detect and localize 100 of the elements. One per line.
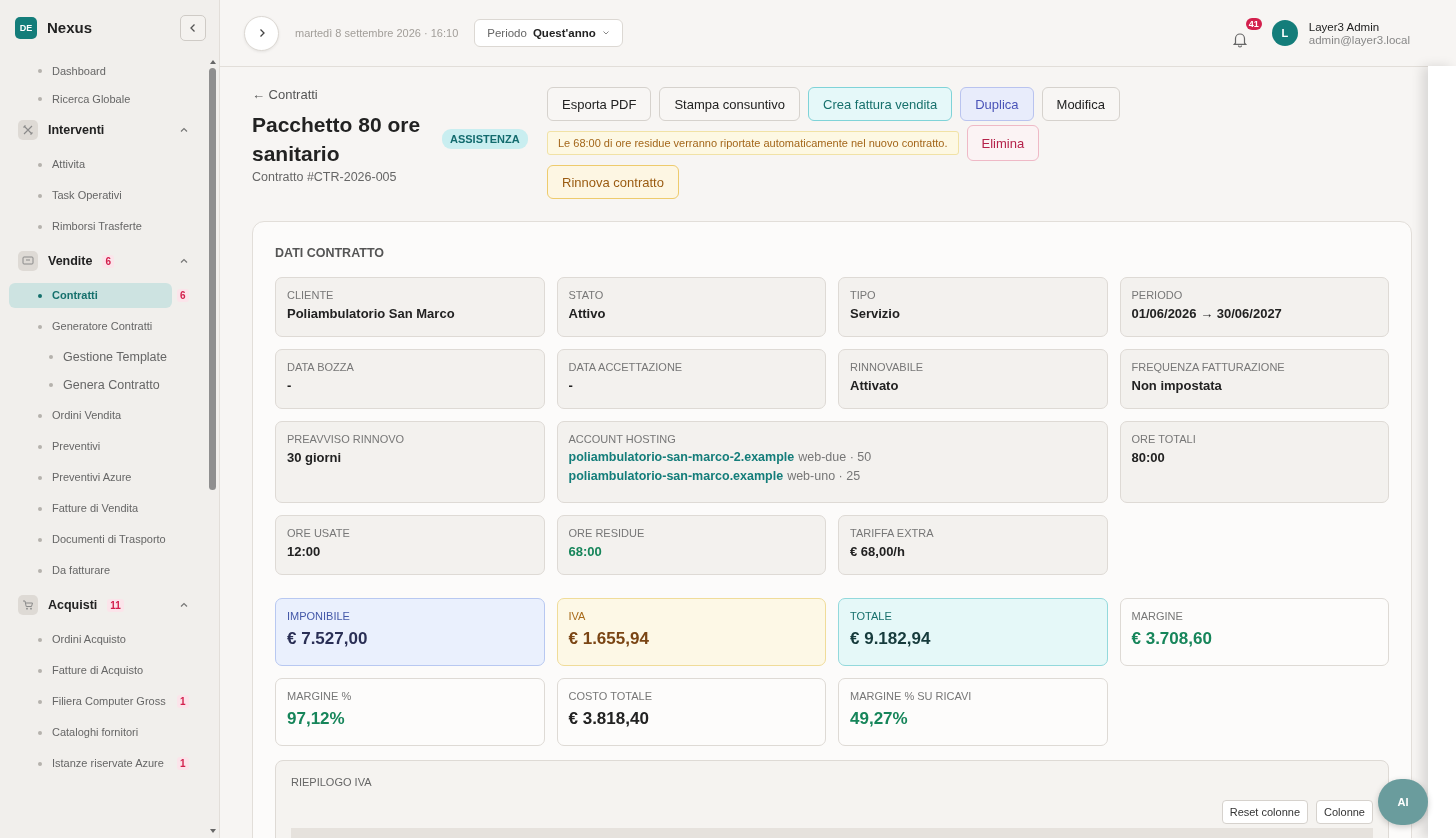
sidebar-section[interactable]: Vendite 6: [9, 246, 206, 276]
action-button[interactable]: Modifica: [1041, 87, 1120, 121]
field-label: ORE USATE: [287, 527, 351, 539]
field-value: 80:00: [1131, 450, 1166, 465]
total-label: MARGINE % SU RICAVI: [850, 690, 973, 702]
section-title: DATI CONTRATTO: [275, 246, 385, 260]
sidebar-item[interactable]: Gestione Template: [9, 344, 172, 369]
sidebar-item[interactable]: Contratti: [9, 283, 172, 308]
chevron-down-icon: [601, 30, 610, 36]
field-value: 30 giorni: [287, 450, 343, 465]
count-badge: 6: [102, 254, 115, 268]
table-button[interactable]: Colonne: [1316, 800, 1373, 824]
count-badge: 6: [177, 289, 189, 302]
sidebar-item[interactable]: Fatture di Vendita: [9, 496, 172, 521]
field-value: 12:00: [287, 544, 322, 559]
sidebar-item[interactable]: Documenti di Trasporto: [9, 527, 172, 552]
period-dropdown[interactable]: Periodo Quest'anno: [474, 19, 623, 47]
page-title: Pacchetto 80 ore sanitario: [252, 112, 422, 167]
field-label: PERIODO: [1131, 289, 1184, 301]
total-value: € 1.655,94: [568, 629, 650, 649]
total-label: TOTALE: [850, 610, 893, 622]
action-button[interactable]: Rinnova contratto: [547, 165, 679, 199]
field-label: DATA ACCETTAZIONE: [568, 361, 684, 373]
total-label: MARGINE: [1131, 610, 1184, 622]
sidebar-item[interactable]: Istanze riservate Azure: [9, 751, 172, 776]
field-label: FREQUENZA FATTURAZIONE: [1131, 361, 1286, 373]
assistant-button[interactable]: AI: [1378, 779, 1428, 825]
sidebar-item[interactable]: Ordini Vendita: [9, 403, 172, 428]
sidebar-item[interactable]: Preventivi Azure: [9, 465, 172, 490]
section-title: RIEPILOGO IVA: [291, 776, 373, 788]
total-value: € 3.818,40: [568, 709, 650, 729]
sidebar-item[interactable]: Preventivi: [9, 434, 172, 459]
field-label: TIPO: [850, 289, 877, 301]
field-label: CLIENTE: [287, 289, 335, 301]
field-value: 01/06/2026 → 30/06/2027: [1131, 306, 1283, 321]
sidebar-item[interactable]: Da fatturare: [9, 558, 172, 583]
sidebar-item[interactable]: Task Operativi: [9, 183, 172, 208]
user-name: Layer3 Admin: [1308, 20, 1381, 33]
sidebar-item[interactable]: Cataloghi fornitori: [9, 720, 172, 745]
sidebar-item[interactable]: Dashboard: [9, 58, 172, 83]
field-value: -: [568, 378, 574, 393]
total-label: MARGINE %: [287, 690, 353, 702]
sidebar-item[interactable]: Generatore Contratti: [9, 314, 172, 339]
field-label: DATA BOZZA: [287, 361, 355, 373]
total-value: € 3.708,60: [1131, 629, 1213, 649]
contract-number: Contratto #CTR-2026-005: [252, 170, 398, 184]
table-button[interactable]: Reset colonne: [1221, 800, 1308, 824]
action-button[interactable]: Esporta PDF: [547, 87, 652, 121]
sidebar-item[interactable]: Attivita: [9, 152, 172, 177]
hosting-link[interactable]: poliambulatorio-san-marco-2.example: [568, 450, 795, 464]
sidebar-section[interactable]: Interventi: [9, 115, 206, 145]
total-value: € 9.182,94: [850, 629, 932, 649]
count-badge: 1: [177, 695, 189, 708]
field-label: ORE RESIDUE: [568, 527, 646, 539]
notifications-button[interactable]: 41: [1231, 18, 1262, 48]
logo-badge: DE: [15, 16, 37, 39]
sidebar-item[interactable]: Ordini Acquisto: [9, 627, 172, 652]
sidebar-section[interactable]: Acquisti 11: [9, 590, 206, 620]
action-button[interactable]: Duplica: [960, 87, 1034, 121]
scroll-up-icon[interactable]: [208, 59, 217, 65]
total-value: 97,12%: [287, 709, 346, 729]
sidebar-item[interactable]: Rimborsi Trasferte: [9, 214, 172, 239]
brand-name: Nexus: [47, 19, 94, 36]
field-value: Attivato: [850, 378, 900, 393]
hosting-link[interactable]: poliambulatorio-san-marco.example: [568, 469, 784, 483]
field-label: ORE TOTALI: [1131, 433, 1197, 445]
field-label: PREAVVISO RINNOVO: [287, 433, 406, 445]
back-link[interactable]: ← Contratti: [252, 87, 531, 102]
count-badge: 1: [177, 757, 189, 770]
sidebar-item[interactable]: Fatture di Acquisto: [9, 658, 172, 683]
total-label: COSTO TOTALE: [568, 690, 654, 702]
field-value: Servizio: [850, 306, 901, 321]
field-label: STATO: [568, 289, 605, 301]
action-button[interactable]: Crea fattura vendita: [808, 87, 953, 121]
sidebar-item[interactable]: Ricerca Globale: [9, 86, 172, 111]
field-value: Attivo: [568, 306, 607, 321]
sidebar-item[interactable]: Genera Contratto: [9, 372, 172, 397]
field-label: ACCOUNT HOSTING: [568, 433, 677, 445]
sidebar-item[interactable]: Filiera Computer Gross: [9, 689, 172, 714]
section-icon: [18, 251, 38, 271]
chevron-left-icon: [188, 22, 198, 33]
notice-banner: Le 68:00 di ore residue verranno riportate automaticamente nel nuovo contratto.: [547, 131, 959, 155]
field-value: -: [287, 378, 293, 393]
section-icon: [18, 595, 38, 615]
action-button[interactable]: Elimina: [966, 125, 1040, 161]
total-value: 49,27%: [850, 709, 909, 729]
collapse-sidebar-button[interactable]: [180, 14, 206, 41]
user-avatar[interactable]: L: [1271, 20, 1298, 46]
date-time: martedì 8 settembre 2026 · 16:10: [295, 27, 459, 39]
section-icon: [18, 120, 38, 140]
action-button[interactable]: Stampa consuntivo: [659, 87, 800, 121]
scroll-down-icon[interactable]: [208, 828, 217, 834]
field-value: Non impostata: [1131, 378, 1223, 393]
user-email: admin@layer3.local: [1308, 33, 1410, 46]
field-value: € 68,00/h: [850, 544, 906, 559]
hosting-detail: web-due · 50: [798, 450, 872, 464]
category-tag: ASSISTENZA: [442, 129, 528, 149]
bell-icon: [1231, 31, 1248, 48]
count-badge: 11: [107, 598, 124, 612]
hosting-detail: web-uno · 25: [787, 469, 861, 483]
